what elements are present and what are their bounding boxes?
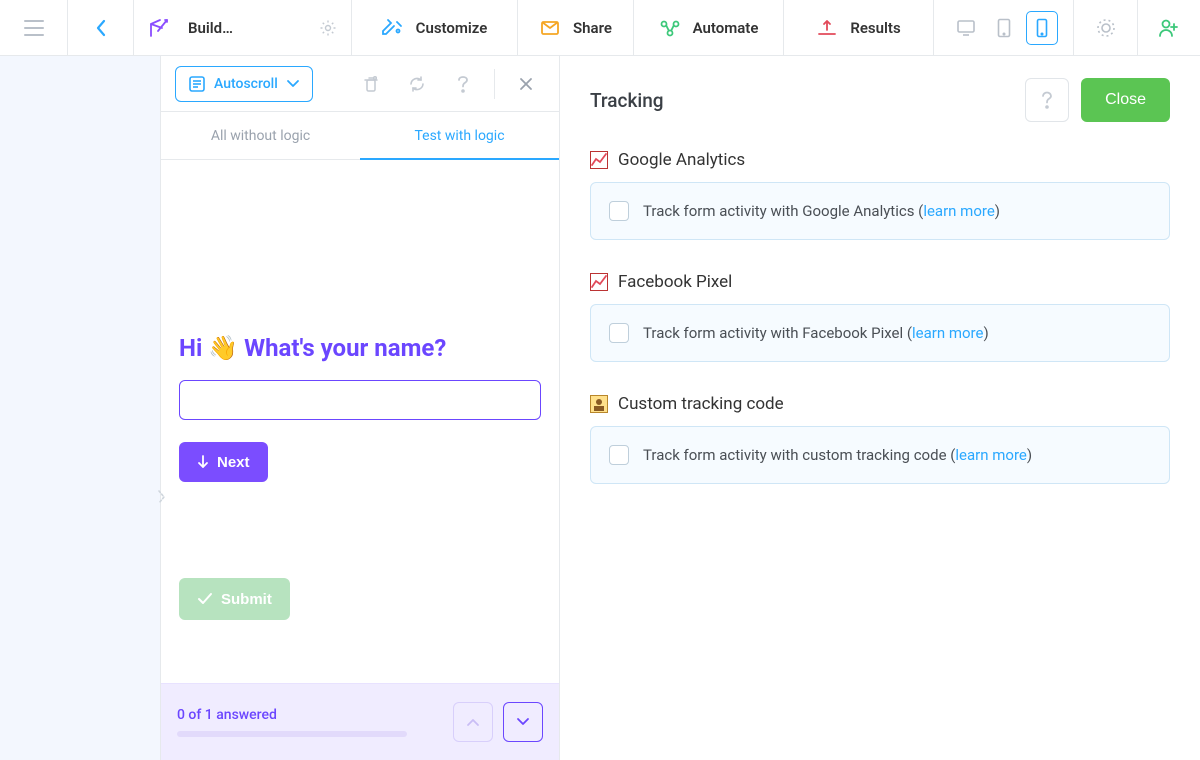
build-tab[interactable]: Build… — [134, 0, 352, 55]
device-desktop[interactable] — [950, 11, 982, 45]
user-icon — [1157, 17, 1179, 39]
autoscroll-label: Autoscroll — [214, 76, 278, 92]
theme-button[interactable] — [1074, 0, 1138, 55]
fb-checkbox[interactable] — [609, 323, 629, 343]
custom-learn-more-link[interactable]: learn more — [955, 446, 1026, 464]
preview-tabs: All without logic Test with logic — [161, 112, 559, 160]
customize-label: Customize — [416, 19, 488, 37]
form-nav — [453, 702, 543, 742]
ga-text: Track form activity with Google Analytic… — [643, 202, 1000, 220]
tab-test-with-logic[interactable]: Test with logic — [360, 112, 559, 159]
automate-label: Automate — [693, 19, 759, 37]
builder-gutter — [0, 56, 160, 760]
fb-learn-more-link[interactable]: learn more — [912, 324, 983, 342]
question-text: Hi 👋 What's your name? — [179, 334, 541, 362]
custom-heading: Custom tracking code — [618, 394, 784, 414]
device-tablet[interactable] — [988, 11, 1020, 45]
preview-column: Autoscroll All without logic Test w — [160, 56, 560, 760]
share-icon — [539, 17, 561, 39]
fb-option[interactable]: Track form activity with Facebook Pixel … — [590, 304, 1170, 362]
custom-icon — [590, 395, 608, 413]
custom-text: Track form activity with custom tracking… — [643, 446, 1032, 464]
reload-preview-button[interactable] — [398, 75, 436, 93]
google-analytics-section: Google Analytics Track form activity wit… — [590, 150, 1170, 240]
results-icon — [816, 17, 838, 39]
topbar: Build… Customize Share Automate Results — [0, 0, 1200, 56]
custom-checkbox[interactable] — [609, 445, 629, 465]
device-mobile[interactable] — [1026, 11, 1058, 45]
chevron-down-icon — [286, 79, 300, 89]
custom-option[interactable]: Track form activity with custom tracking… — [590, 426, 1170, 484]
submit-label: Submit — [221, 591, 272, 608]
ga-learn-more-link[interactable]: learn more — [923, 202, 994, 220]
share-tab[interactable]: Share — [518, 0, 634, 55]
results-label: Results — [850, 19, 900, 37]
sun-icon — [1095, 17, 1117, 39]
form-preview: Hi 👋 What's your name? Next Submit — [161, 160, 559, 683]
fb-heading: Facebook Pixel — [618, 272, 732, 292]
prev-question-button[interactable] — [453, 702, 493, 742]
customize-tab[interactable]: Customize — [352, 0, 518, 55]
ga-checkbox[interactable] — [609, 201, 629, 221]
progress-track — [177, 731, 407, 737]
settings-panel: Tracking Close Google Analytics Track fo… — [560, 56, 1200, 760]
panel-help-button[interactable] — [1025, 78, 1069, 122]
fb-text: Track form activity with Facebook Pixel … — [643, 324, 989, 342]
expand-handle[interactable] — [154, 486, 168, 508]
account-button[interactable] — [1138, 0, 1198, 55]
name-input[interactable] — [179, 380, 541, 420]
hamburger-menu[interactable] — [0, 0, 68, 55]
customize-icon — [382, 17, 404, 39]
analytics-icon — [590, 273, 608, 291]
automate-tab[interactable]: Automate — [634, 0, 784, 55]
check-icon — [197, 592, 213, 606]
next-button[interactable]: Next — [179, 442, 268, 482]
ga-option[interactable]: Track form activity with Google Analytic… — [590, 182, 1170, 240]
facebook-pixel-section: Facebook Pixel Track form activity with … — [590, 272, 1170, 362]
preview-help-button[interactable] — [444, 75, 482, 93]
next-label: Next — [217, 454, 250, 471]
preview-toolbar: Autoscroll — [161, 56, 559, 112]
arrow-down-icon — [197, 455, 209, 469]
submit-button: Submit — [179, 578, 290, 620]
panel-header: Tracking Close — [590, 76, 1170, 124]
build-label: Build… — [188, 19, 248, 37]
menu-icon — [24, 20, 44, 36]
divider — [494, 69, 495, 99]
analytics-icon — [590, 151, 608, 169]
build-icon — [148, 17, 170, 39]
close-preview-button[interactable] — [507, 77, 545, 91]
gear-icon[interactable] — [319, 19, 337, 37]
device-switcher — [934, 0, 1074, 55]
tab-all-without-logic[interactable]: All without logic — [161, 112, 360, 159]
custom-tracking-section: Custom tracking code Track form activity… — [590, 394, 1170, 484]
autoscroll-icon — [188, 75, 206, 93]
results-tab[interactable]: Results — [784, 0, 934, 55]
autoscroll-dropdown[interactable]: Autoscroll — [175, 66, 313, 102]
progress-footer: 0 of 1 answered — [161, 683, 559, 760]
back-button[interactable] — [68, 0, 134, 55]
next-question-button[interactable] — [503, 702, 543, 742]
main-area: Autoscroll All without logic Test w — [0, 56, 1200, 760]
close-button[interactable]: Close — [1081, 78, 1170, 122]
clear-preview-button[interactable] — [352, 75, 390, 93]
ga-heading: Google Analytics — [618, 150, 745, 170]
chevron-left-icon — [95, 19, 107, 37]
progress-text: 0 of 1 answered — [177, 707, 407, 723]
share-label: Share — [573, 19, 612, 37]
automate-icon — [659, 17, 681, 39]
panel-title: Tracking — [590, 89, 664, 112]
